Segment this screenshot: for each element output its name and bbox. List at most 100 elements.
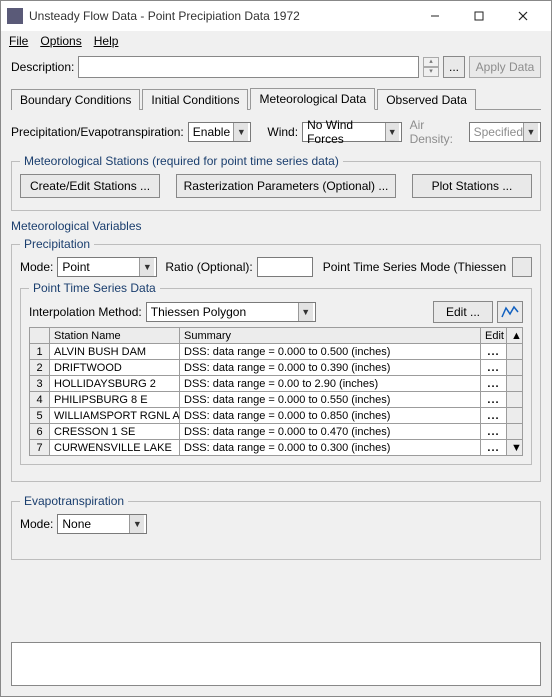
- app-icon: [7, 8, 23, 24]
- chevron-down-icon: ▼: [139, 258, 154, 276]
- row-number: 5: [30, 408, 50, 424]
- row-edit-button[interactable]: ...: [481, 376, 507, 392]
- summary-cell[interactable]: DSS: data range = 0.000 to 0.850 (inches…: [180, 408, 481, 424]
- scrollbar-track[interactable]: [507, 360, 523, 376]
- description-browse-button[interactable]: ...: [443, 56, 465, 78]
- evap-mode-select[interactable]: None▼: [57, 514, 147, 534]
- precip-mode-select[interactable]: Point▼: [57, 257, 157, 277]
- chevron-down-icon: ▼: [385, 123, 399, 141]
- row-edit-button[interactable]: ...: [481, 440, 507, 456]
- row-number: 4: [30, 392, 50, 408]
- row-edit-button[interactable]: ...: [481, 344, 507, 360]
- point-time-series-data-legend: Point Time Series Data: [29, 281, 160, 295]
- precip-evap-select[interactable]: Enable▼: [188, 122, 252, 142]
- wind-select[interactable]: No Wind Forces▼: [302, 122, 402, 142]
- stations-table: Station Name Summary Edit ▲ 1ALVIN BUSH …: [29, 327, 523, 456]
- create-edit-stations-button[interactable]: Create/Edit Stations ...: [20, 174, 160, 198]
- apply-data-button[interactable]: Apply Data: [469, 56, 541, 78]
- titlebar: Unsteady Flow Data - Point Precipiation …: [1, 1, 551, 31]
- station-name-cell[interactable]: CURWENSVILLE LAKE: [50, 440, 180, 456]
- row-number: 2: [30, 360, 50, 376]
- air-density-label: Air Density:: [410, 118, 465, 146]
- ratio-label: Ratio (Optional):: [165, 260, 252, 274]
- table-row: 2DRIFTWOODDSS: data range = 0.000 to 0.3…: [30, 360, 523, 376]
- minimize-button[interactable]: [413, 2, 457, 30]
- station-name-cell[interactable]: DRIFTWOOD: [50, 360, 180, 376]
- point-time-series-mode-label: Point Time Series Mode (Thiessen: [323, 260, 508, 274]
- menu-options[interactable]: Options: [40, 34, 81, 48]
- precip-evap-label: Precipitation/Evapotranspiration:: [11, 125, 184, 139]
- meteorological-variables-title: Meteorological Variables: [11, 219, 541, 233]
- summary-cell[interactable]: DSS: data range = 0.000 to 0.300 (inches…: [180, 440, 481, 456]
- chevron-down-icon: ▼: [298, 303, 313, 321]
- plot-icon-button[interactable]: [497, 301, 523, 323]
- scrollbar-track[interactable]: [507, 408, 523, 424]
- menu-help[interactable]: Help: [94, 34, 119, 48]
- description-spinner[interactable]: ▴▾: [423, 57, 439, 77]
- col-edit[interactable]: Edit: [481, 328, 507, 344]
- chevron-down-icon: ▼: [233, 123, 248, 141]
- meteorological-stations-legend: Meteorological Stations (required for po…: [20, 154, 343, 168]
- summary-cell[interactable]: DSS: data range = 0.000 to 0.470 (inches…: [180, 424, 481, 440]
- evap-mode-label: Mode:: [20, 517, 53, 531]
- menubar: File Options Help: [1, 31, 551, 50]
- point-time-series-data-group: Point Time Series Data Interpolation Met…: [20, 281, 532, 465]
- tab-initial-conditions[interactable]: Initial Conditions: [142, 89, 248, 110]
- plot-stations-button[interactable]: Plot Stations ...: [412, 174, 532, 198]
- chevron-down-icon: ▼: [523, 123, 538, 141]
- menu-file[interactable]: File: [9, 34, 28, 48]
- station-name-cell[interactable]: WILLIAMSPORT RGNL AP: [50, 408, 180, 424]
- precipitation-group: Precipitation Mode: Point▼ Ratio (Option…: [11, 237, 541, 482]
- scroll-down-button[interactable]: ▼: [507, 440, 523, 456]
- row-edit-button[interactable]: ...: [481, 424, 507, 440]
- tab-observed-data[interactable]: Observed Data: [377, 89, 476, 110]
- table-row: 3HOLLIDAYSBURG 2DSS: data range = 0.00 t…: [30, 376, 523, 392]
- wind-label: Wind:: [267, 125, 298, 139]
- scrollbar-track[interactable]: [507, 424, 523, 440]
- precipitation-legend: Precipitation: [20, 237, 94, 251]
- edit-button[interactable]: Edit ...: [433, 301, 493, 323]
- tabs: Boundary Conditions Initial Conditions M…: [11, 88, 541, 110]
- interpolation-method-select[interactable]: Thiessen Polygon▼: [146, 302, 316, 322]
- air-density-select: Specified▼: [469, 122, 541, 142]
- summary-cell[interactable]: DSS: data range = 0.000 to 0.550 (inches…: [180, 392, 481, 408]
- row-number: 1: [30, 344, 50, 360]
- scrollbar-track[interactable]: [507, 344, 523, 360]
- table-row: 6CRESSON 1 SEDSS: data range = 0.000 to …: [30, 424, 523, 440]
- maximize-button[interactable]: [457, 2, 501, 30]
- tab-meteorological-data[interactable]: Meteorological Data: [250, 88, 375, 110]
- row-edit-button[interactable]: ...: [481, 408, 507, 424]
- col-summary[interactable]: Summary: [180, 328, 481, 344]
- scrollbar-track[interactable]: [507, 392, 523, 408]
- evapotranspiration-group: Evapotranspiration Mode: None▼: [11, 494, 541, 560]
- summary-cell[interactable]: DSS: data range = 0.00 to 2.90 (inches): [180, 376, 481, 392]
- interpolation-method-label: Interpolation Method:: [29, 305, 142, 319]
- station-name-cell[interactable]: HOLLIDAYSBURG 2: [50, 376, 180, 392]
- row-edit-button[interactable]: ...: [481, 360, 507, 376]
- tab-boundary-conditions[interactable]: Boundary Conditions: [11, 89, 140, 110]
- summary-cell[interactable]: DSS: data range = 0.000 to 0.390 (inches…: [180, 360, 481, 376]
- scrollbar-track[interactable]: [507, 376, 523, 392]
- row-edit-button[interactable]: ...: [481, 392, 507, 408]
- window-title: Unsteady Flow Data - Point Precipiation …: [29, 9, 413, 23]
- chevron-down-icon: ▼: [129, 515, 144, 533]
- station-name-cell[interactable]: CRESSON 1 SE: [50, 424, 180, 440]
- table-row: 4PHILIPSBURG 8 EDSS: data range = 0.000 …: [30, 392, 523, 408]
- table-corner: [30, 328, 50, 344]
- col-station-name[interactable]: Station Name: [50, 328, 180, 344]
- status-box: [11, 642, 541, 686]
- ratio-input[interactable]: [257, 257, 313, 277]
- point-time-series-mode-button[interactable]: [512, 257, 532, 277]
- summary-cell[interactable]: DSS: data range = 0.000 to 0.500 (inches…: [180, 344, 481, 360]
- table-row: 5WILLIAMSPORT RGNL APDSS: data range = 0…: [30, 408, 523, 424]
- station-name-cell[interactable]: ALVIN BUSH DAM: [50, 344, 180, 360]
- table-row: 7CURWENSVILLE LAKEDSS: data range = 0.00…: [30, 440, 523, 456]
- close-button[interactable]: [501, 2, 545, 30]
- description-input[interactable]: [78, 56, 419, 78]
- rasterization-parameters-button[interactable]: Rasterization Parameters (Optional) ...: [176, 174, 396, 198]
- scroll-up-button[interactable]: ▲: [507, 328, 523, 344]
- description-label: Description:: [11, 60, 74, 74]
- evapotranspiration-legend: Evapotranspiration: [20, 494, 128, 508]
- table-row: 1ALVIN BUSH DAMDSS: data range = 0.000 t…: [30, 344, 523, 360]
- station-name-cell[interactable]: PHILIPSBURG 8 E: [50, 392, 180, 408]
